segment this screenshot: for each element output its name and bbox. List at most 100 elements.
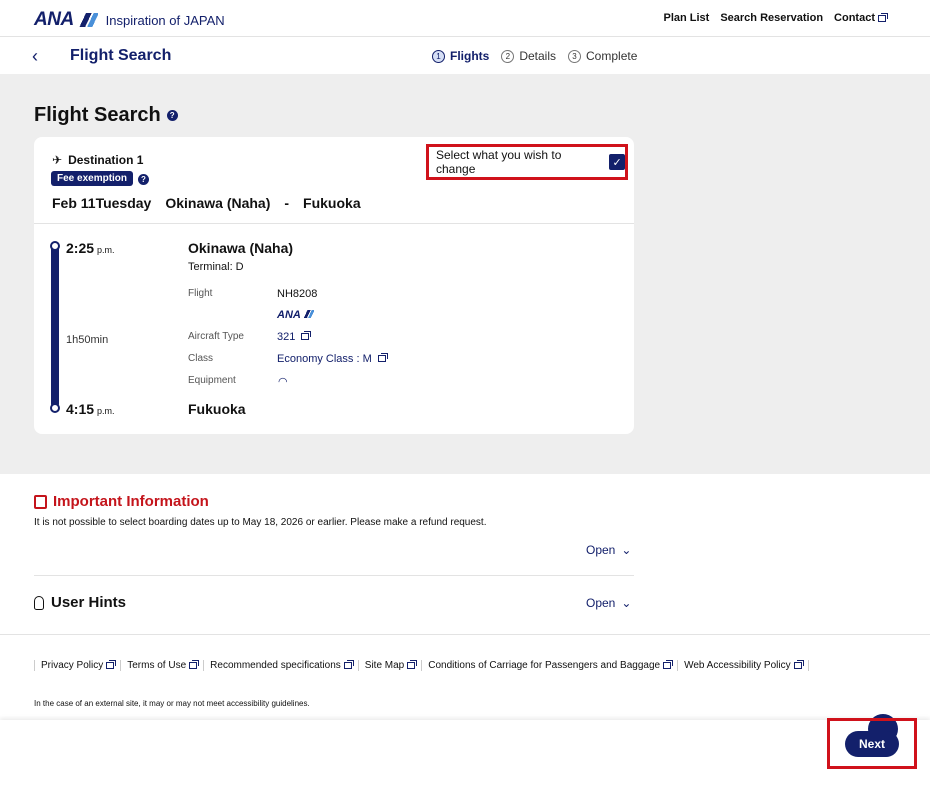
- footer-link-label: Web Accessibility Policy: [684, 660, 791, 671]
- step-label: Flights: [450, 49, 490, 63]
- class-link[interactable]: Economy Class : M: [277, 353, 388, 365]
- ana-logo[interactable]: ANA Inspiration of JAPAN: [34, 9, 225, 31]
- important-info-text: It is not possible to select boarding da…: [34, 517, 487, 528]
- footer-link-label: Privacy Policy: [41, 660, 104, 671]
- external-link-icon: [793, 660, 804, 669]
- top-nav: Plan List Search Reservation Contact: [663, 12, 888, 24]
- external-link-icon: [407, 660, 418, 669]
- nav-contact[interactable]: Contact: [834, 12, 888, 24]
- external-link-icon: [106, 660, 117, 669]
- sub-header-title: Flight Search: [70, 47, 172, 64]
- footer: Privacy Policy Terms of Use Recommended …: [0, 634, 930, 724]
- select-change-checkbox[interactable]: Select what you wish to change ✓: [426, 144, 628, 180]
- step-details: 2 Details: [501, 49, 556, 63]
- destination-label: Destination 1: [68, 153, 144, 167]
- flight-date: Feb 11Tuesday: [52, 195, 152, 211]
- help-icon[interactable]: ?: [166, 110, 178, 121]
- route-dash: -: [284, 195, 290, 211]
- footer-link-privacy[interactable]: Privacy Policy: [34, 660, 122, 671]
- class-label: Class: [188, 353, 214, 364]
- external-link-icon: [663, 660, 674, 669]
- arrival-airport: Fukuoka: [188, 401, 246, 417]
- airplane-icon: ✈: [52, 153, 63, 167]
- timeline-bar: [51, 244, 59, 408]
- footer-link-label: Terms of Use: [127, 660, 187, 671]
- fee-exemption-badge: Fee exemption: [51, 171, 134, 186]
- lightbulb-icon: [34, 595, 44, 610]
- page-title-text: Flight Search: [34, 104, 161, 126]
- flight-number: NH8208: [277, 288, 318, 300]
- timeline-end-dot: [50, 403, 60, 413]
- arrival-ampm: p.m.: [97, 406, 115, 416]
- footer-link-specs[interactable]: Recommended specifications: [204, 660, 359, 671]
- open-label: Open: [586, 596, 616, 610]
- route-origin: Okinawa (Naha): [165, 195, 271, 211]
- departure-ampm: p.m.: [97, 245, 115, 255]
- aircraft-type-link[interactable]: 321: [277, 331, 312, 343]
- step-flights: 1 Flights: [432, 49, 489, 63]
- external-link-icon: [343, 660, 354, 669]
- flight-duration: 1h50min: [66, 334, 109, 346]
- user-hints-title: User Hints: [51, 594, 127, 611]
- open-label: Open: [586, 543, 616, 557]
- footer-link-label: Recommended specifications: [210, 660, 341, 671]
- step-label: Complete: [586, 49, 638, 63]
- route-summary: Feb 11Tuesday Okinawa (Naha) - Fukuoka: [52, 195, 361, 211]
- top-header: ANA Inspiration of JAPAN Plan List Searc…: [0, 0, 930, 37]
- step-number: 1: [432, 49, 445, 63]
- step-complete: 3 Complete: [568, 49, 637, 63]
- airline-logo: ANA: [277, 309, 314, 321]
- progress-steps: 1 Flights 2 Details 3 Complete: [432, 49, 637, 63]
- flight-label: Flight: [188, 288, 213, 299]
- footer-note: In the case of an external site, it may …: [34, 699, 310, 708]
- chevron-down-icon: ⌄: [621, 596, 632, 610]
- flight-card: ✈ Destination 1 Fee exemption ? Feb 11Tu…: [34, 137, 634, 434]
- select-change-label: Select what you wish to change: [436, 148, 562, 176]
- external-link-icon: [377, 353, 388, 362]
- departure-airport: Okinawa (Naha): [188, 240, 294, 256]
- footer-link-terms[interactable]: Terms of Use: [121, 660, 205, 671]
- important-info-open-button[interactable]: Open ⌄: [586, 543, 631, 557]
- logo-wordmark: ANA: [34, 9, 74, 30]
- footer-link-label: Site Map: [364, 660, 405, 671]
- back-chevron-icon[interactable]: ‹: [32, 46, 38, 67]
- class-value: Economy Class : M: [277, 353, 372, 365]
- departure-time: 2:25 p.m.: [66, 240, 115, 256]
- footer-links: Privacy Policy Terms of Use Recommended …: [34, 660, 809, 671]
- sub-header: ‹ Flight Search 1 Flights 2 Details 3 Co…: [0, 37, 930, 74]
- footer-link-carriage[interactable]: Conditions of Carriage for Passengers an…: [422, 660, 679, 671]
- equipment-label: Equipment: [188, 375, 236, 386]
- fee-help-icon[interactable]: ?: [138, 174, 149, 185]
- timeline-start-dot: [50, 241, 60, 251]
- next-button-highlight: Next: [827, 718, 917, 769]
- checkmark-icon[interactable]: ✓: [609, 154, 625, 170]
- external-link-icon: [301, 331, 312, 340]
- step-label: Details: [519, 49, 557, 63]
- wifi-icon: ◠: [278, 376, 288, 388]
- nav-search-reservation[interactable]: Search Reservation: [720, 12, 823, 24]
- footer-link-sitemap[interactable]: Site Map: [359, 660, 423, 671]
- user-hints-heading: User Hints: [34, 594, 126, 611]
- page-title: Flight Search ?: [34, 104, 178, 127]
- next-button[interactable]: Next: [845, 730, 899, 757]
- main-content: Flight Search ? ✈ Destination 1 Fee exem…: [0, 74, 930, 474]
- important-info-heading: Important Information: [34, 493, 209, 510]
- external-link-icon: [189, 660, 200, 669]
- section-divider: [34, 575, 634, 576]
- step-number: 2: [501, 49, 515, 63]
- aircraft-type-value: 321: [277, 331, 296, 343]
- user-hints-open-button[interactable]: Open ⌄: [586, 596, 631, 610]
- footer-link-accessibility[interactable]: Web Accessibility Policy: [678, 660, 809, 671]
- chevron-down-icon: ⌄: [621, 543, 632, 557]
- arrival-time: 4:15 p.m.: [66, 401, 115, 417]
- external-link-icon: [878, 12, 888, 22]
- departure-time-value: 2:25: [66, 240, 95, 256]
- card-divider: [34, 223, 634, 224]
- destination-heading: ✈ Destination 1: [52, 153, 143, 167]
- nav-plan-list[interactable]: Plan List: [663, 12, 709, 24]
- route-destination: Fukuoka: [303, 195, 361, 211]
- terminal-info: Terminal: D: [188, 261, 244, 273]
- footer-link-label: Conditions of Carriage for Passengers an…: [428, 660, 661, 671]
- logo-tagline: Inspiration of JAPAN: [105, 12, 225, 28]
- step-number: 3: [568, 49, 582, 63]
